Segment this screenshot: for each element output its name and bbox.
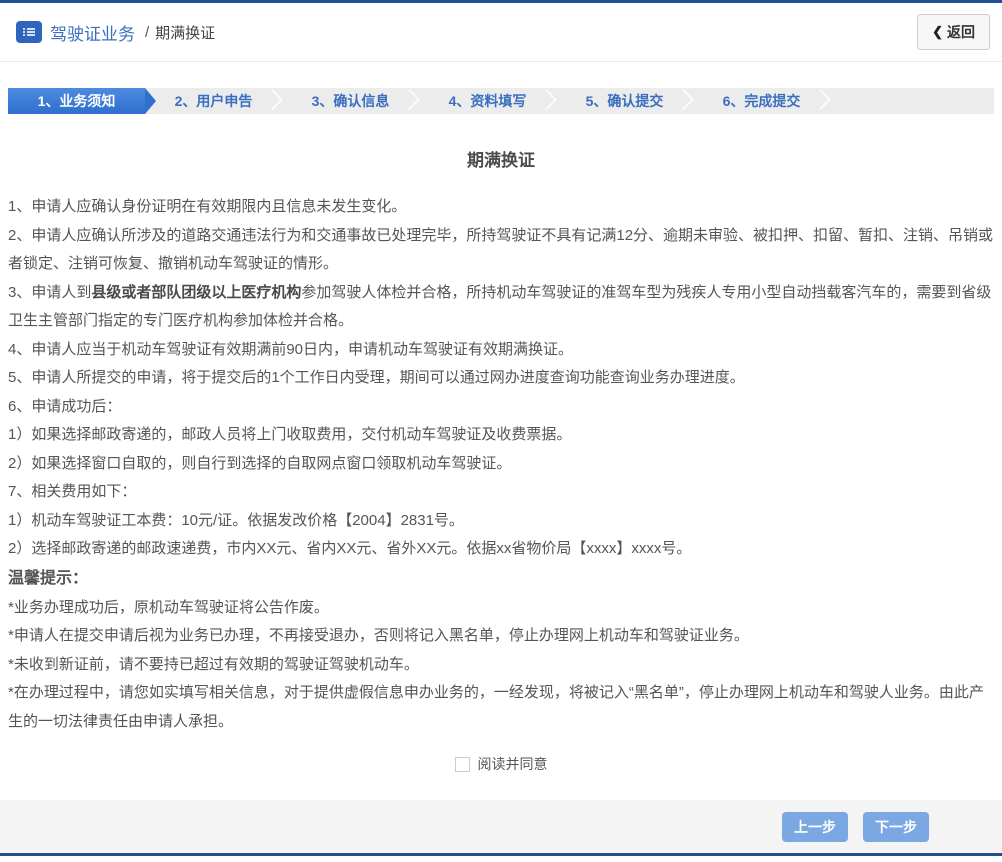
agree-label[interactable]: 阅读并同意 [478,754,548,774]
notice-line-15: *未收到新证前，请不要持已超过有效期的驾驶证驾驶机动车。 [8,651,994,680]
notice-text: 2）选择邮政寄递的邮政速递费，市内XX元、省内XX元、省外XX元。依据xx省物价… [8,540,692,557]
step-item-6[interactable]: 6、完成提交 [693,88,830,114]
notice-line-3: 3、申请人到县级或者部队团级以上医疗机构参加驾驶人体检并合格，所持机动车驾驶证的… [8,279,994,336]
breadcrumb-section[interactable]: 驾驶证业务 [50,20,135,45]
chevron-left-icon: ❮ [932,24,943,39]
breadcrumb-separator: / [145,23,150,41]
notice-line-12: 温馨提示： [8,564,994,594]
notice-text: 5、申请人所提交的申请，将于提交后的1个工作日内受理，期间可以通过网办进度查询功… [8,369,745,386]
license-business-icon [16,21,42,43]
notice-line-7: 1）如果选择邮政寄递的，邮政人员将上门收取费用，交付机动车驾驶证及收费票据。 [8,421,994,450]
notice-text: 4、申请人应当于机动车驾驶证有效期满前90日内，申请机动车驾驶证有效期满换证。 [8,340,574,358]
notice-line-5: 5、申请人所提交的申请，将于提交后的1个工作日内受理，期间可以通过网办进度查询功… [8,364,994,393]
notice-text: 1、申请人应确认身份证明在有效期限内且信息未发生变化。 [8,198,407,215]
notice-line-14: *申请人在提交申请后视为业务已办理，不再接受退办，否则将记入黑名单，停止办理网上… [8,622,994,651]
notice-line-9: 7、相关费用如下： [8,478,994,507]
agree-row: 阅读并同意 [8,754,994,774]
notice-text: 1）机动车驾驶证工本费：10元/证。依据发改价格【2004】2831号。 [8,511,464,529]
main-content: 期满换证 1、申请人应确认身份证明在有效期限内且信息未发生变化。 2、申请人应确认… [0,114,1002,774]
notice-line-2: 2、申请人应确认所涉及的道路交通违法行为和交通事故已处理完毕，所持驾驶证不具有记… [8,222,994,279]
notice-line-4: 4、申请人应当于机动车驾驶证有效期满前90日内，申请机动车驾驶证有效期满换证。 [8,336,994,365]
notice-text: 7、相关费用如下： [8,483,137,500]
page: 驾驶证业务 / 期满换证 ❮ 返回 1、业务须知 2、用户申告 3、确认信息 4、资料… [0,0,1002,862]
bottom-strip [0,856,1002,862]
step-item-4[interactable]: 4、资料填写 [419,88,556,114]
step-item-1[interactable]: 1、业务须知 [8,88,156,114]
back-button[interactable]: ❮ 返回 [917,14,990,50]
step-bar-filler [830,88,994,114]
notice-text: 6、申请成功后： [8,397,122,415]
notice-line-13: *业务办理成功后，原机动车驾驶证将公告作废。 [8,594,994,623]
notice-line-8: 2）如果选择窗口自取的，则自行到选择的自取网点窗口领取机动车驾驶证。 [8,450,994,479]
notice-list: 1、申请人应确认身份证明在有效期限内且信息未发生变化。 2、申请人应确认所涉及的道… [8,193,994,736]
notice-text: 2）如果选择窗口自取的，则自行到选择的自取网点窗口领取机动车驾驶证。 [8,454,512,472]
header: 驾驶证业务 / 期满换证 ❮ 返回 [0,3,1002,62]
notice-text: *申请人在提交申请后视为业务已办理，不再接受退办，否则将记入黑名单，停止办理网上… [8,627,749,645]
notice-text: *业务办理成功后，原机动车驾驶证将公告作废。 [8,598,329,616]
notice-text: 温馨提示： [8,569,89,587]
notice-text: 2、申请人应确认所涉及的道路交通违法行为和交通事故已处理完毕，所持驾驶证不具有记… [8,226,994,273]
notice-line-16: *在办理过程中，请您如实填写相关信息，对于提供虚假信息申办业务的，一经发现，将被… [8,679,994,736]
next-step-button[interactable]: 下一步 [863,811,929,842]
page-title: 期满换证 [467,151,535,170]
notice-text: 3、申请人到 [8,283,92,301]
notice-emphasis: 县级或者部队团级以上医疗机构 [91,283,302,301]
notice-line-6: 6、申请成功后： [8,393,994,422]
notice-line-1: 1、申请人应确认身份证明在有效期限内且信息未发生变化。 [8,193,994,222]
notice-text: *在办理过程中，请您如实填写相关信息，对于提供虚假信息申办业务的，一经发现，将被… [8,684,984,730]
step-item-5[interactable]: 5、确认提交 [556,88,693,114]
agree-checkbox[interactable] [454,756,470,772]
notice-line-11: 2）选择邮政寄递的邮政速递费，市内XX元、省内XX元、省外XX元。依据xx省物价… [8,535,994,564]
back-button-label: 返回 [947,24,975,40]
breadcrumb-current: 期满换证 [155,24,216,42]
step-indicator: 1、业务须知 2、用户申告 3、确认信息 4、资料填写 5、确认提交 6、完成提交 [8,88,994,114]
previous-step-button[interactable]: 上一步 [782,811,848,842]
notice-text: 1）如果选择邮政寄递的，邮政人员将上门收取费用，交付机动车驾驶证及收费票据。 [8,426,572,443]
step-item-2[interactable]: 2、用户申告 [145,88,282,114]
notice-text: *未收到新证前，请不要持已超过有效期的驾驶证驾驶机动车。 [8,655,419,673]
step-item-3[interactable]: 3、确认信息 [282,88,419,114]
notice-line-10: 1）机动车驾驶证工本费：10元/证。依据发改价格【2004】2831号。 [8,507,994,536]
